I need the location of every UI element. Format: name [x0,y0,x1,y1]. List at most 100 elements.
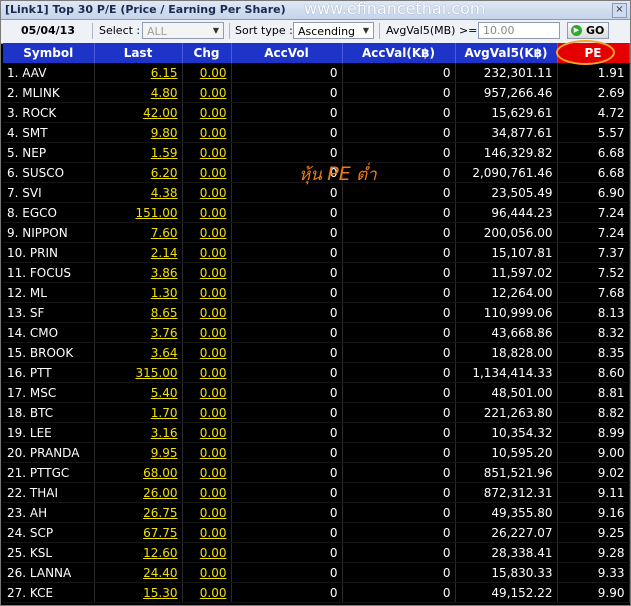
table-row[interactable]: 1. AAV 6.15 0.00 0 0 232,301.11 1.91 [3,63,630,83]
sort-type-dropdown[interactable]: Ascending ▼ [293,22,374,39]
avgval5-cell: 957,266.46 [455,82,558,103]
table-row[interactable]: 8. EGCO 151.00 0.00 0 0 96,444.23 7.24 [3,202,630,223]
change-cell[interactable]: 0.00 [182,302,232,323]
change-cell[interactable]: 0.00 [182,482,232,503]
last-price-cell[interactable]: 67.75 [94,522,183,543]
last-price-cell[interactable]: 26.75 [94,502,183,523]
last-price-cell[interactable]: 3.64 [94,342,183,363]
last-price-cell[interactable]: 2.14 [94,242,183,263]
last-price-cell[interactable]: 4.38 [94,182,183,203]
table-row[interactable]: 13. SF 8.65 0.00 0 0 110,999.06 8.13 [3,302,630,323]
change-cell[interactable]: 0.00 [182,82,232,103]
change-cell[interactable]: 0.00 [182,262,232,283]
last-price-cell[interactable]: 8.65 [94,302,183,323]
symbol-cell: 14. CMO [3,322,95,343]
change-cell[interactable]: 0.00 [182,582,232,603]
last-price-cell[interactable]: 12.60 [94,542,183,563]
col-last[interactable]: Last [94,43,183,63]
symbol-cell: 17. MSC [3,382,95,403]
symbol-cell: 6. SUSCO [3,162,95,183]
change-cell[interactable]: 0.00 [182,522,232,543]
pe-cell: 7.52 [557,262,630,283]
col-avgval5[interactable]: AvgVal5(K฿) [455,43,558,63]
change-cell[interactable]: 0.00 [182,222,232,243]
table-row[interactable]: 2. MLINK 4.80 0.00 0 0 957,266.46 2.69 [3,82,630,103]
change-cell[interactable]: 0.00 [182,162,232,183]
last-price-cell[interactable]: 315.00 [94,362,183,383]
table-row[interactable]: 27. KCE 15.30 0.00 0 0 49,152.22 9.90 [3,582,630,603]
last-price-cell[interactable]: 3.16 [94,422,183,443]
table-row[interactable]: 9. NIPPON 7.60 0.00 0 0 200,056.00 7.24 [3,222,630,243]
table-row[interactable]: 19. LEE 3.16 0.00 0 0 10,354.32 8.99 [3,422,630,443]
last-price-cell[interactable]: 6.15 [94,63,183,83]
table-row[interactable]: 20. PRANDA 9.95 0.00 0 0 10,595.20 9.00 [3,442,630,463]
select-dropdown[interactable]: ALL ▼ [142,22,224,39]
table-row[interactable]: 23. AH 26.75 0.00 0 0 49,355.80 9.16 [3,502,630,523]
change-cell[interactable]: 0.00 [182,382,232,403]
table-row[interactable]: 22. THAI 26.00 0.00 0 0 872,312.31 9.11 [3,482,630,503]
change-cell[interactable]: 0.00 [182,322,232,343]
table-row[interactable]: 16. PTT 315.00 0.00 0 0 1,134,414.33 8.60 [3,362,630,383]
table-row[interactable]: 17. MSC 5.40 0.00 0 0 48,501.00 8.81 [3,382,630,403]
col-accval[interactable]: AccVal(K฿) [342,43,456,63]
avgval5-cell: 34,877.61 [455,122,558,143]
last-price-cell[interactable]: 42.00 [94,102,183,123]
table-row[interactable]: 14. CMO 3.76 0.00 0 0 43,668.86 8.32 [3,322,630,343]
change-cell[interactable]: 0.00 [182,502,232,523]
table-row[interactable]: 24. SCP 67.75 0.00 0 0 26,227.07 9.25 [3,522,630,543]
last-price-cell[interactable]: 3.86 [94,262,183,283]
chevron-down-icon: ▼ [212,26,220,35]
change-cell[interactable]: 0.00 [182,422,232,443]
last-price-cell[interactable]: 1.59 [94,142,183,163]
close-button[interactable]: × [612,3,627,18]
pe-cell: 6.68 [557,162,630,183]
table-row[interactable]: 26. LANNA 24.40 0.00 0 0 15,830.33 9.33 [3,562,630,583]
table-row[interactable]: 18. BTC 1.70 0.00 0 0 221,263.80 8.82 [3,402,630,423]
last-price-cell[interactable]: 6.20 [94,162,183,183]
last-price-cell[interactable]: 9.95 [94,442,183,463]
table-row[interactable]: 3. ROCK 42.00 0.00 0 0 15,629.61 4.72 [3,102,630,123]
col-pe[interactable]: PE [555,40,630,65]
last-price-cell[interactable]: 5.40 [94,382,183,403]
change-cell[interactable]: 0.00 [182,442,232,463]
last-price-cell[interactable]: 7.60 [94,222,183,243]
table-row[interactable]: 5. NEP 1.59 0.00 0 0 146,329.82 6.68 [3,142,630,163]
last-price-cell[interactable]: 26.00 [94,482,183,503]
table-row[interactable]: 10. PRIN 2.14 0.00 0 0 15,107.81 7.37 [3,242,630,263]
change-cell[interactable]: 0.00 [182,242,232,263]
table-row[interactable]: 15. BROOK 3.64 0.00 0 0 18,828.00 8.35 [3,342,630,363]
table-row[interactable]: 25. KSL 12.60 0.00 0 0 28,338.41 9.28 [3,542,630,563]
col-symbol[interactable]: Symbol [3,43,95,63]
last-price-cell[interactable]: 9.80 [94,122,183,143]
select-value: ALL [147,25,167,38]
change-cell[interactable]: 0.00 [182,362,232,383]
change-cell[interactable]: 0.00 [182,562,232,583]
last-price-cell[interactable]: 151.00 [94,202,183,223]
last-price-cell[interactable]: 24.40 [94,562,183,583]
change-cell[interactable]: 0.00 [182,182,232,203]
change-cell[interactable]: 0.00 [182,142,232,163]
table-row[interactable]: 12. ML 1.30 0.00 0 0 12,264.00 7.68 [3,282,630,303]
change-cell[interactable]: 0.00 [182,202,232,223]
last-price-cell[interactable]: 15.30 [94,582,183,603]
table-row[interactable]: 11. FOCUS 3.86 0.00 0 0 11,597.02 7.52 [3,262,630,283]
last-price-cell[interactable]: 68.00 [94,462,183,483]
last-price-cell[interactable]: 4.80 [94,82,183,103]
col-accvol[interactable]: AccVol [231,43,343,63]
change-cell[interactable]: 0.00 [182,63,232,83]
change-cell[interactable]: 0.00 [182,342,232,363]
last-price-cell[interactable]: 1.30 [94,282,183,303]
table-row[interactable]: 4. SMT 9.80 0.00 0 0 34,877.61 5.57 [3,122,630,143]
table-row[interactable]: 21. PTTGC 68.00 0.00 0 0 851,521.96 9.02 [3,462,630,483]
last-price-cell[interactable]: 1.70 [94,402,183,423]
avgval-input[interactable] [478,22,560,39]
change-cell[interactable]: 0.00 [182,542,232,563]
change-cell[interactable]: 0.00 [182,402,232,423]
change-cell[interactable]: 0.00 [182,462,232,483]
go-button[interactable]: ▶ GO [567,22,609,39]
col-chg[interactable]: Chg [182,43,232,63]
change-cell[interactable]: 0.00 [182,122,232,143]
last-price-cell[interactable]: 3.76 [94,322,183,343]
change-cell[interactable]: 0.00 [182,282,232,303]
change-cell[interactable]: 0.00 [182,102,232,123]
